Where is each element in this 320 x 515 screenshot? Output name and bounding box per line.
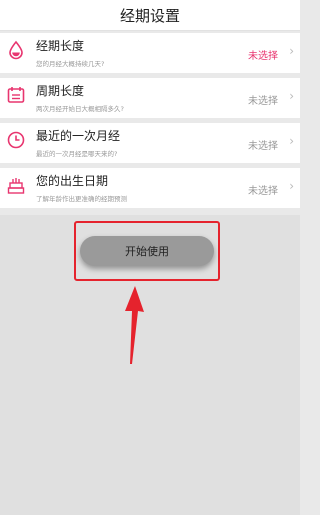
birth-date-hint: 了解年龄作出更准确的经期预测	[36, 195, 127, 203]
start-button[interactable]: 开始使用	[80, 236, 214, 266]
chevron-right-icon: ›	[289, 179, 294, 193]
row-cycle-length[interactable]: 周期长度 两次月经开始日大概相隔多久? 未选择 ›	[0, 78, 300, 118]
arrow-up-icon	[125, 286, 144, 364]
clock-icon	[7, 131, 25, 149]
birth-date-status: 未选择	[248, 186, 278, 197]
calendar-icon	[7, 87, 25, 103]
settings-list: 经期长度 您的月经大概持续几天? 未选择 › 周期长度 两次月经开始日大概相隔多…	[0, 33, 300, 208]
cycle-length-hint: 两次月经开始日大概相隔多久?	[36, 105, 124, 113]
chevron-right-icon: ›	[289, 89, 294, 103]
period-length-status: 未选择	[248, 51, 278, 62]
period-length-hint: 您的月经大概持续几天?	[36, 60, 105, 68]
last-period-hint: 最近的一次月经是哪天来的?	[36, 150, 118, 158]
row-period-length[interactable]: 经期长度 您的月经大概持续几天? 未选择 ›	[0, 33, 300, 73]
last-period-status: 未选择	[248, 141, 278, 152]
cycle-length-status: 未选择	[248, 96, 278, 107]
start-button-label: 开始使用	[125, 245, 169, 258]
row-birth-date[interactable]: 您的出生日期 了解年龄作出更准确的经期预测 未选择 ›	[0, 168, 300, 208]
chevron-right-icon: ›	[289, 134, 294, 148]
app-header: 经期设置	[0, 0, 300, 31]
period-length-label: 经期长度	[36, 39, 85, 53]
drop-icon	[9, 40, 23, 60]
cycle-length-label: 周期长度	[36, 84, 85, 98]
birth-date-label: 您的出生日期	[36, 174, 109, 188]
cake-icon	[7, 178, 25, 194]
row-last-period[interactable]: 最近的一次月经 最近的一次月经是哪天来的? 未选择 ›	[0, 123, 300, 163]
page-title: 经期设置	[119, 6, 180, 25]
last-period-label: 最近的一次月经	[36, 129, 121, 143]
chevron-right-icon: ›	[289, 44, 294, 58]
